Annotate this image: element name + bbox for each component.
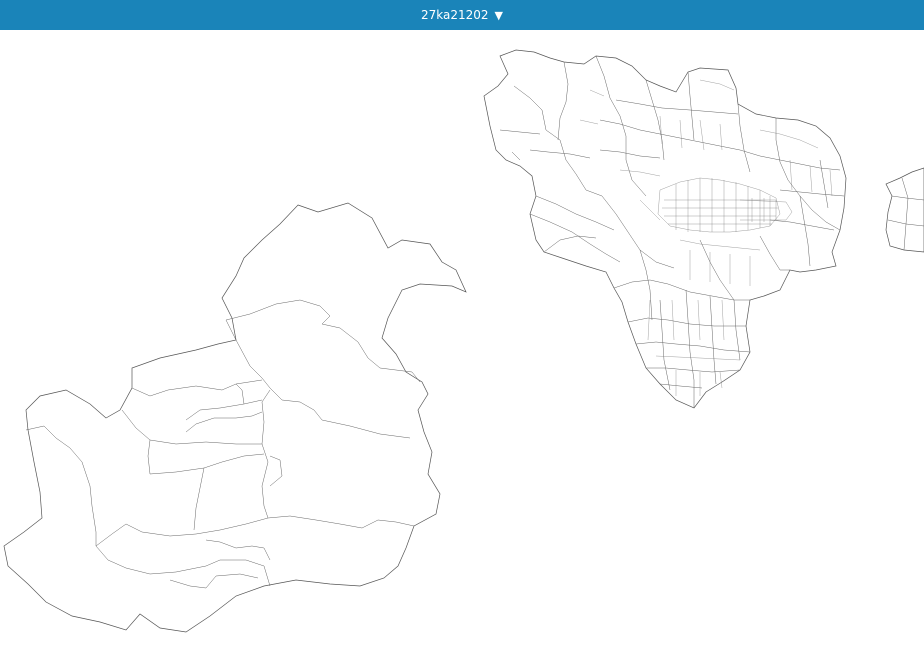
top-bar: 27ka21202 ▼	[0, 0, 924, 30]
center-region[interactable]	[483, 49, 847, 409]
area-code-label: 27ka21202	[420, 8, 489, 22]
right-region[interactable]	[885, 167, 924, 253]
boundary-map[interactable]	[0, 30, 924, 660]
left-region[interactable]	[3, 202, 467, 633]
left-region-outline[interactable]	[3, 202, 467, 633]
area-code-dropdown[interactable]: 27ka21202 ▼	[415, 6, 509, 24]
triangle-down-icon: ▼	[494, 8, 503, 22]
center-region-outline[interactable]	[483, 49, 847, 409]
